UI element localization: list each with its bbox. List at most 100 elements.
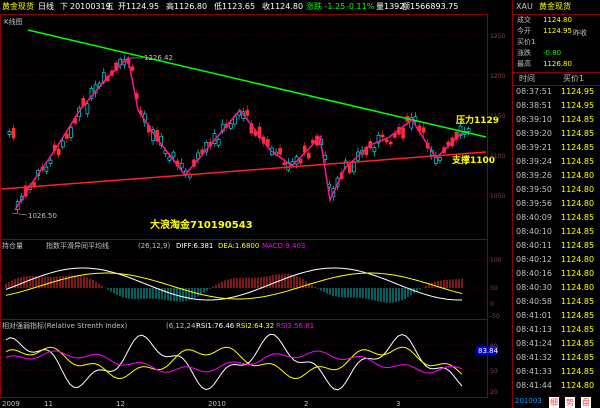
quote-row-value: 1124.80: [543, 16, 572, 24]
quote-row-label: 买价1: [517, 38, 536, 46]
sidebar-name: 黄金现货: [539, 2, 571, 11]
tick-time: 08:40:58: [516, 297, 552, 306]
candle-body: [69, 127, 73, 138]
tab-trend[interactable]: 势: [565, 397, 575, 408]
y-tick: 80: [490, 343, 498, 350]
tick-price: 1124.85: [561, 227, 595, 236]
macd-value: MACD:9.403: [262, 242, 305, 250]
candle-body: [7, 131, 12, 135]
tick-time: 08:41:24: [516, 339, 552, 348]
tick-price: 1124.85: [561, 367, 595, 376]
candle-body: [56, 148, 61, 156]
quote-row-value: 1126.80: [543, 60, 572, 68]
support-line[interactable]: [1, 151, 487, 190]
tick-price: 1124.85: [561, 213, 595, 222]
resistance-line[interactable]: [27, 29, 487, 138]
tick-row[interactable]: 08:39:20 1124.85: [513, 128, 600, 141]
tick-row[interactable]: 08:40:11 1124.85: [513, 240, 600, 253]
candle-body: [245, 109, 250, 116]
y-tick: 1100: [490, 153, 505, 160]
bottom-code: 201003: [515, 397, 542, 405]
tick-price: 1124.85: [561, 143, 595, 152]
trading-window: 黄金现货 日线 下 20100319 五 开1124.95 高1126.80 低…: [0, 0, 600, 408]
chart-type-label: K线图: [4, 17, 23, 26]
y-tick: 1150: [490, 113, 505, 120]
tick-time: 08:41:44: [516, 381, 552, 390]
tick-price: 1124.80: [561, 185, 595, 194]
dea-value: DEA:1.6800: [218, 242, 259, 250]
y-tick: 100: [490, 257, 502, 264]
candle-body: [85, 103, 90, 115]
tick-row[interactable]: 08:39:56 1124.80: [513, 198, 600, 211]
rsi1-value: RSI1:76.46: [196, 322, 235, 330]
x-tick: 11: [44, 400, 53, 408]
y-tick: -50: [490, 313, 500, 320]
tick-row[interactable]: 08:37:51 1124.95: [513, 86, 600, 99]
tick-row[interactable]: 08:41:44 1124.80: [513, 380, 600, 393]
tick-time: 08:39:10: [516, 115, 552, 124]
tick-price: 1124.80: [561, 269, 595, 278]
tick-time: 08:39:24: [516, 157, 552, 166]
tick-time: 08:41:13: [516, 325, 552, 334]
tick-row[interactable]: 08:41:32 1124.85: [513, 352, 600, 365]
tick-row[interactable]: 08:41:01 1124.85: [513, 310, 600, 323]
x-tick: 12: [116, 400, 125, 408]
tick-row[interactable]: 08:41:24 1124.85: [513, 338, 600, 351]
tick-row[interactable]: 08:39:50 1124.80: [513, 184, 600, 197]
candle-body: [401, 127, 405, 139]
y-tick: 1250: [490, 33, 505, 40]
tick-time: 08:39:21: [516, 143, 552, 152]
chart-area[interactable]: 1226.42 1026.50 K线图 压力1129 支撑1100 大浪淘金71…: [0, 0, 512, 408]
high-annotation: 1226.42: [144, 54, 173, 62]
panel-frames: [0, 14, 488, 398]
tick-price: 1124.85: [561, 353, 595, 362]
tick-row[interactable]: 08:40:10 1124.85: [513, 226, 600, 239]
tick-price: 1124.85: [561, 339, 595, 348]
tab-detail[interactable]: 细: [549, 397, 559, 408]
tick-row[interactable]: 08:40:12 1124.80: [513, 254, 600, 267]
candle-body: [216, 139, 221, 146]
tick-time: 08:41:01: [516, 311, 552, 320]
tick-row[interactable]: 08:39:10 1124.85: [513, 114, 600, 127]
candle-body: [298, 158, 303, 164]
candle-body: [388, 141, 393, 145]
tick-row[interactable]: 08:40:16 1124.80: [513, 268, 600, 281]
tick-price: 1124.85: [561, 115, 595, 124]
candle-body: [65, 133, 69, 139]
tick-row[interactable]: 08:39:26 1124.80: [513, 170, 600, 183]
tick-time: 08:41:32: [516, 353, 552, 362]
tick-row[interactable]: 08:38:51 1124.95: [513, 100, 600, 113]
tick-time: 08:39:20: [516, 129, 552, 138]
y-tick: 0: [490, 301, 494, 308]
macd-params: (26,12,9): [138, 242, 170, 250]
tab-depth[interactable]: 盘: [581, 397, 591, 408]
tick-row[interactable]: 08:41:33 1124.85: [513, 366, 600, 379]
candle-body: [229, 123, 233, 129]
diff-value: DIFF:6.381: [176, 242, 213, 250]
tick-price-header: 买价1: [563, 74, 585, 83]
rsi3-line: [5, 350, 463, 374]
rsi3-value: RSI3:56.81: [276, 322, 314, 330]
tick-row[interactable]: 08:40:09 1124.85: [513, 212, 600, 225]
tick-row[interactable]: 08:39:21 1124.85: [513, 142, 600, 155]
quote-sidebar: XAU 黄金现货 成交 1124.80 今开 1124.95 买价1 涨跌 -0.80 最高 1…: [512, 0, 600, 408]
candle-body: [171, 151, 176, 158]
tick-price: 1124.85: [561, 325, 595, 334]
x-tick: 2010: [208, 400, 226, 408]
candle-body: [11, 127, 16, 139]
y-tick: 1200: [490, 73, 505, 80]
rsi2-line: [5, 346, 463, 380]
quote-row-value: -0.80: [543, 49, 562, 57]
tick-price: 1124.85: [561, 297, 595, 306]
tick-row[interactable]: 08:41:13 1124.85: [513, 324, 600, 337]
macd-panel-label: 持仓量: [2, 241, 23, 250]
tick-price: 1124.85: [561, 241, 595, 250]
x-tick: 2009: [2, 400, 20, 408]
tick-row[interactable]: 08:40:30 1124.80: [513, 282, 600, 295]
candle-body: [438, 157, 442, 161]
tick-time: 08:40:16: [516, 269, 552, 278]
quote-row-label: 成交: [517, 16, 531, 24]
tick-row[interactable]: 08:40:58 1124.85: [513, 296, 600, 309]
tick-time: 08:39:26: [516, 171, 552, 180]
tick-row[interactable]: 08:39:24 1124.85: [513, 156, 600, 169]
